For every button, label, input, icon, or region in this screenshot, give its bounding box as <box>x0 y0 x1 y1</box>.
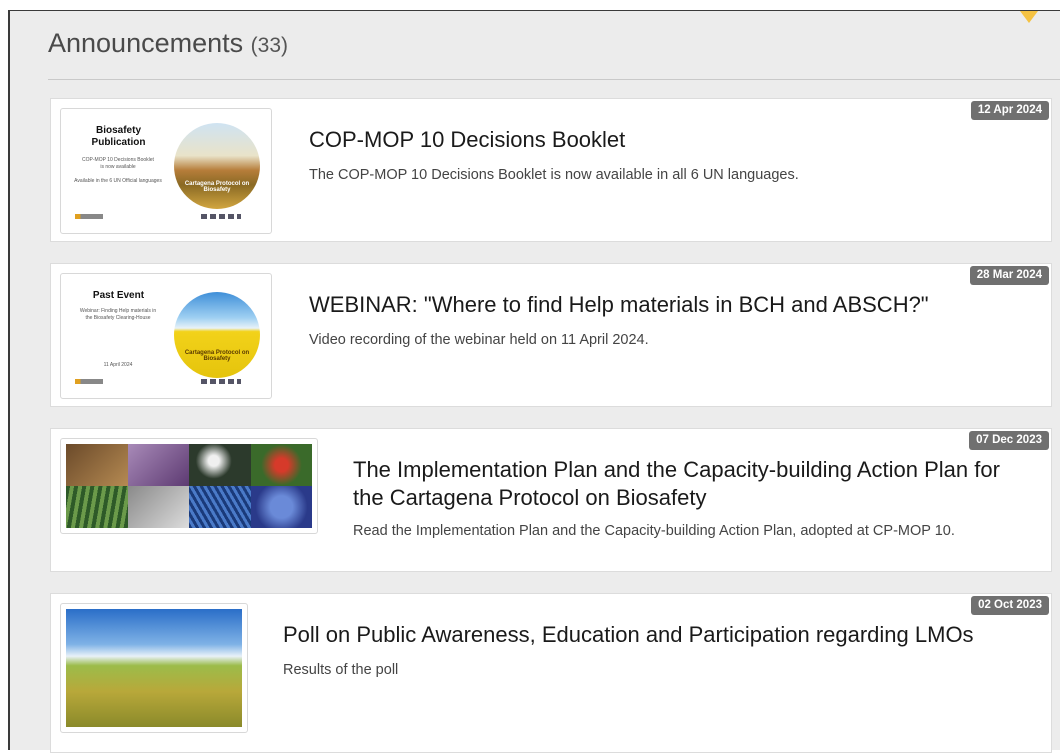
announcement-description: Video recording of the webinar held on 1… <box>309 332 649 348</box>
thumbnail-heading: Biosafety Publication <box>91 125 146 148</box>
logo-icon <box>75 379 103 384</box>
announcement-title[interactable]: The Implementation Plan and the Capacity… <box>353 456 1013 512</box>
circle-caption: Cartagena Protocol on Biosafety <box>184 350 250 362</box>
announcement-thumbnail[interactable] <box>60 603 248 733</box>
date-badge: 07 Dec 2023 <box>969 431 1049 450</box>
date-badge: 02 Oct 2023 <box>971 596 1049 615</box>
thumbnail-line: COP-MOP 10 Decisions Booklet <box>82 157 154 163</box>
announcements-panel: Announcements (33) 12 Apr 2024 Biosafety… <box>8 10 1060 753</box>
section-title-text: Announcements <box>48 28 244 58</box>
thumbnail-line: Webinar: Finding Help materials in <box>79 308 157 314</box>
announcement-card[interactable]: 02 Oct 2023 Poll on Public Awareness, Ed… <box>50 593 1052 753</box>
announcement-title[interactable]: Poll on Public Awareness, Education and … <box>283 621 1023 649</box>
section-title: Announcements (33) <box>48 28 288 59</box>
announcement-count: (33) <box>250 34 289 57</box>
thumbnail-line: is now available <box>100 164 136 170</box>
date-badge: 28 Mar 2024 <box>969 266 1049 285</box>
corner-indicator-icon <box>1020 11 1038 23</box>
thumbnail-line: 11 April 2024 <box>103 362 133 368</box>
partner-logos-icon <box>201 214 241 219</box>
announcement-description: The COP-MOP 10 Decisions Booklet is now … <box>309 167 799 183</box>
announcement-description: Results of the poll <box>283 662 399 678</box>
announcement-title[interactable]: COP-MOP 10 Decisions Booklet <box>309 126 989 154</box>
biotech-mosaic-image <box>66 444 312 528</box>
partner-logos-icon <box>201 379 241 384</box>
announcement-card[interactable]: 07 Dec 2023 The Implementation Plan and … <box>50 428 1052 572</box>
announcement-thumbnail[interactable]: Past Event Webinar: Finding Help materia… <box>60 273 272 399</box>
announcement-thumbnail[interactable] <box>60 438 318 534</box>
announcement-card[interactable]: 12 Apr 2024 Biosafety Publication COP-MO… <box>50 98 1052 242</box>
thumbnail-line: Available in the 6 UN Official languages <box>74 178 162 184</box>
announcement-thumbnail[interactable]: Biosafety Publication COP-MOP 10 Decisio… <box>60 108 272 234</box>
date-badge: 12 Apr 2024 <box>970 101 1049 120</box>
announcement-description: Read the Implementation Plan and the Cap… <box>353 523 955 539</box>
announcement-card[interactable]: 28 Mar 2024 Past Event Webinar: Finding … <box>50 263 1052 407</box>
announcement-title[interactable]: WEBINAR: "Where to find Help materials i… <box>309 291 1029 319</box>
title-divider <box>48 79 1060 80</box>
thumbnail-line: the Biosafety Clearing-House <box>85 315 151 321</box>
field-circle-image: Cartagena Protocol on Biosafety <box>174 292 260 378</box>
landscape-circle-image: Cartagena Protocol on Biosafety <box>174 123 260 209</box>
circle-caption: Cartagena Protocol on Biosafety <box>184 181 250 193</box>
thumbnail-heading: Past Event <box>92 290 145 301</box>
wheat-field-image <box>66 609 242 727</box>
logo-icon <box>75 214 103 219</box>
